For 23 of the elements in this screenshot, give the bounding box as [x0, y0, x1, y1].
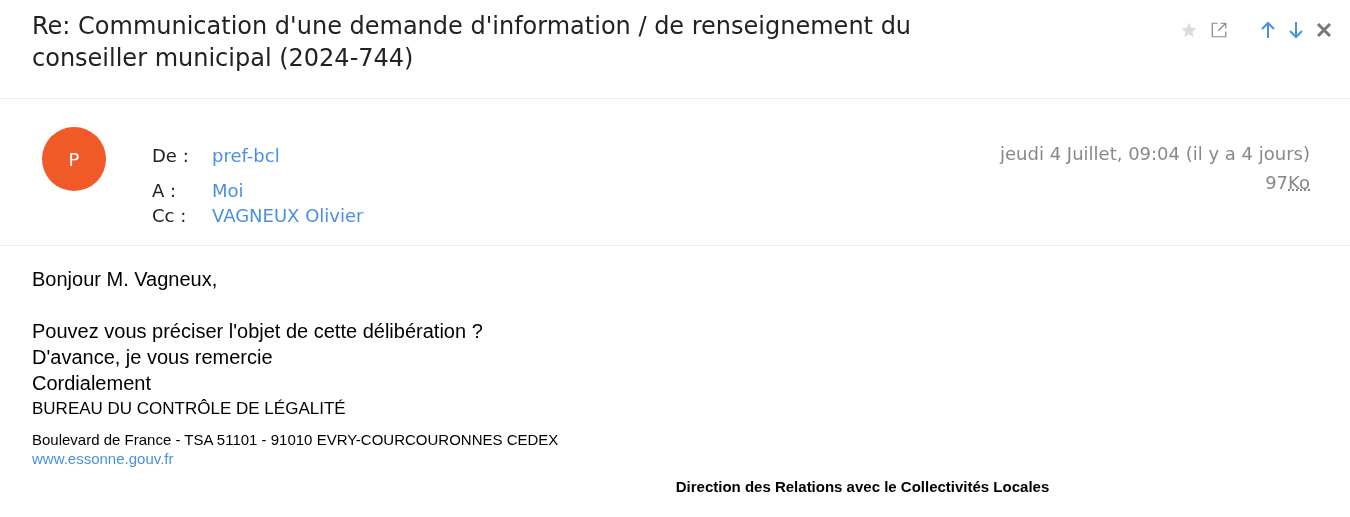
external-link-icon[interactable] — [1210, 21, 1228, 39]
arrow-up-icon[interactable] — [1260, 21, 1276, 39]
body-text: D'avance, je vous remercie — [32, 345, 274, 370]
field-label: A : — [152, 180, 178, 201]
email-date: jeudi 4 Juillet, 09:04 (il y a 4 jours) — [1000, 143, 1310, 164]
star-icon[interactable] — [1180, 21, 1198, 39]
email-size: 97Ko — [1265, 172, 1310, 193]
email-subject: Re: Communication d'une demande d'information / de renseignement du conseiller municipal (2024-744) — [32, 11, 913, 74]
arrow-down-icon[interactable] — [1288, 21, 1304, 39]
signature-address: Boulevard de France - TSA 51101 - 91010 EVRY-COURCOURONNES CEDEX — [32, 430, 560, 450]
signature-heading: BUREAU DU CONTRÔLE DE LÉGALITÉ — [32, 398, 347, 420]
sender-avatar: P — [42, 127, 106, 191]
body-text: Cordialement — [32, 371, 152, 396]
field-label: De : — [152, 145, 190, 166]
website-link[interactable]: www.essonne.gouv.fr — [32, 450, 174, 467]
body-text: Bonjour M. Vagneux, — [32, 267, 219, 292]
recipient-link[interactable]: pref-bcl — [212, 145, 280, 166]
recipient-link[interactable]: VAGNEUX Olivier — [212, 205, 364, 226]
field-label: Cc : — [152, 205, 188, 226]
recipient-link[interactable]: Moi — [212, 180, 244, 201]
body-text: Pouvez vous préciser l'objet de cette délibération ? — [32, 319, 484, 344]
close-icon[interactable] — [1316, 22, 1332, 38]
signature-department: Direction des Relations avec le Collectivités Locales — [675, 478, 1050, 495]
